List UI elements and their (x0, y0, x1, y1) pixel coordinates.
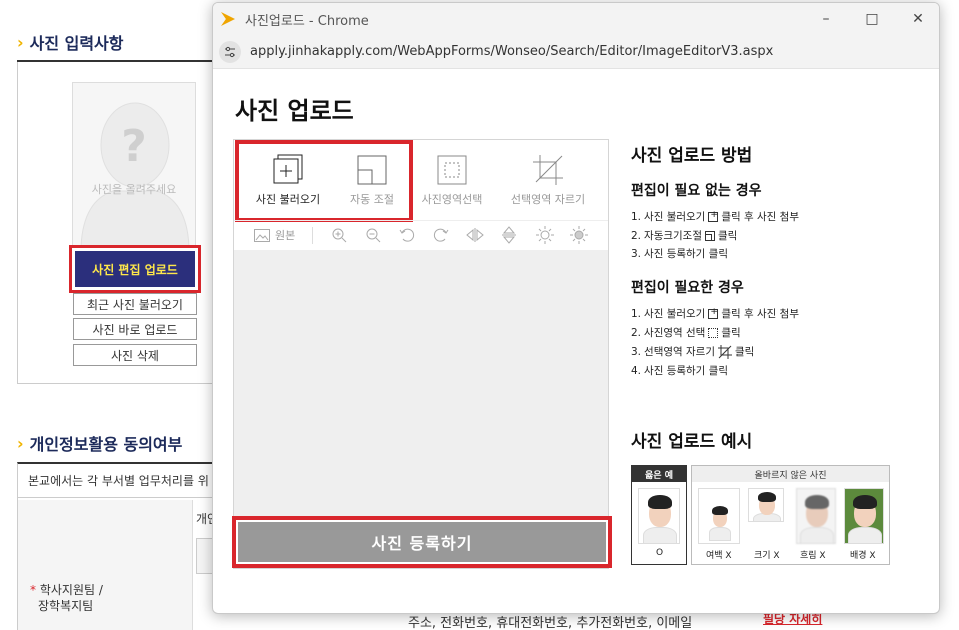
bad-examples-box: 올바르지 않은 사진 여백 X 크기 X 흐림 X 배경 X (691, 465, 890, 565)
required-mark: * (30, 583, 36, 597)
howto-title: 사진 업로드 방법 (631, 146, 753, 166)
bad-example-caption-blur: 흐림 X (800, 551, 826, 561)
rotate-right-icon[interactable] (430, 225, 452, 245)
address-url[interactable]: apply.jinhakapply.com/WebAppForms/Wonseo… (250, 44, 773, 59)
no-edit-title: 편집이 필요 없는 경우 (631, 183, 762, 199)
bad-example-caption-size: 크기 X (754, 551, 780, 561)
flip-horizontal-icon[interactable] (464, 225, 486, 245)
image-icon (254, 228, 270, 242)
edit-step-1: 1.사진 불러오기 클릭 후 사진 첨부 (631, 306, 799, 321)
photo-hint: 사진을 올려주세요 (91, 183, 177, 196)
bad-example-blur-photo (796, 488, 836, 544)
auto-fit-mini-icon (705, 230, 715, 241)
no-edit-step-2: 2. 자동크기조절 클릭 (631, 229, 738, 243)
bad-example-size-photo (748, 488, 784, 522)
add-photo-mini-icon (708, 307, 719, 319)
select-area-label: 사진영역선택 (421, 193, 483, 206)
no-edit-step-3: 3. 사진 등록하기 클릭 (631, 247, 728, 261)
site-settings-icon[interactable] (219, 40, 241, 63)
good-example-caption: O (656, 548, 664, 558)
add-photo-mini-icon (708, 210, 719, 222)
tools-highlight-box (235, 140, 413, 222)
chevron-right-icon: › (17, 32, 24, 52)
consent-section-title: 개인정보활용 동의여부 (29, 435, 183, 454)
good-example-photo (638, 488, 680, 544)
photo-placeholder[interactable]: ? 사진을 올려주세요 (72, 82, 196, 246)
bad-example-background-photo (844, 488, 884, 544)
window-title: 사진업로드 - Chrome (245, 13, 369, 29)
recent-photo-button[interactable]: 최근 사진 불러오기 (73, 293, 197, 315)
good-example-box: 옳은 예 O (631, 465, 687, 565)
window-titlebar: 사진업로드 - Chrome – □ ✕ (213, 3, 939, 35)
page-title: 사진 업로드 (235, 97, 354, 125)
editor-subtoolbar: 원본 (234, 220, 608, 248)
crop-icon (532, 154, 564, 186)
flip-vertical-icon[interactable] (498, 225, 520, 245)
photo-upload-popup: 사진업로드 - Chrome – □ ✕ apply.jinhakapply.c… (212, 2, 940, 614)
original-button[interactable]: 원본 (254, 227, 295, 243)
delete-photo-button[interactable]: 사진 삭제 (73, 344, 197, 366)
minimize-icon[interactable]: – (803, 3, 849, 35)
register-photo-button[interactable]: 사진 등록하기 (238, 522, 606, 562)
app-logo-icon (221, 12, 235, 26)
bad-example-margin-photo (698, 488, 740, 544)
consent-table: 본교에서는 각 부서별 업무처리를 위 * 학사지원팀 / 장학복지팀 (17, 462, 217, 630)
required-label: * 학사지원팀 / 장학복지팀 (30, 582, 103, 614)
required-label-line1: 학사지원팀 / (39, 583, 103, 597)
editor-toolbar: 사진 불러오기 자동 조절 사진영역선택 선택영역 자르기 (234, 140, 608, 222)
image-canvas[interactable] (234, 250, 608, 518)
required-label-line2: 장학복지팀 (38, 599, 94, 613)
edit-step-3: 3. 선택영역 자르기 클릭 (631, 344, 755, 359)
screen: › 사진 입력사항 ? 사진을 올려주세요 사진 편집 업로드 최근 사진 불러… (0, 0, 959, 630)
example-title: 사진 업로드 예시 (631, 432, 753, 452)
select-area-icon (436, 154, 468, 186)
bad-example-caption-background: 배경 X (850, 551, 876, 561)
address-bar: apply.jinhakapply.com/WebAppForms/Wonseo… (213, 35, 939, 69)
register-button-highlight: 사진 등록하기 (232, 516, 612, 568)
edit-step-2: 2. 사진영역 선택 클릭 (631, 326, 741, 340)
close-icon[interactable]: ✕ (895, 3, 939, 35)
edit-step-4: 4. 사진 등록하기 클릭 (631, 364, 728, 378)
direct-upload-button[interactable]: 사진 바로 업로드 (73, 318, 197, 340)
brightness-down-icon[interactable] (534, 225, 556, 245)
good-example-header: 옳은 예 (632, 466, 686, 482)
rotate-left-icon[interactable] (396, 225, 418, 245)
bad-example-caption-margin: 여백 X (706, 551, 732, 561)
edit-title: 편집이 필요한 경우 (631, 280, 744, 296)
select-area-mini-icon (708, 327, 719, 338)
brightness-up-icon[interactable] (568, 225, 590, 245)
question-mark: ? (121, 121, 147, 172)
zoom-in-icon[interactable] (328, 225, 350, 245)
photo-section-title: 사진 입력사항 (29, 34, 124, 53)
select-area-tool[interactable]: 사진영역선택 (416, 140, 488, 218)
edit-upload-button-highlight: 사진 편집 업로드 (69, 245, 201, 293)
bad-example-header: 올바르지 않은 사진 (692, 466, 889, 482)
consent-section-heading: › 개인정보활용 동의여부 (17, 431, 182, 455)
zoom-out-icon[interactable] (362, 225, 384, 245)
edit-upload-button[interactable]: 사진 편집 업로드 (75, 251, 195, 287)
crop-tool[interactable]: 선택영역 자르기 (504, 140, 592, 218)
crop-label: 선택영역 자르기 (510, 193, 586, 206)
consent-row-text: 본교에서는 각 부서별 업무처리를 위 (18, 464, 217, 498)
toolbar-separator (312, 227, 313, 244)
consent-items-text: 주소, 전화번호, 휴대전화번호, 추가전화번호, 이메일 (408, 616, 693, 630)
image-editor: 사진 불러오기 자동 조절 사진영역선택 선택영역 자르기 원본 사진 등록하기 (232, 139, 612, 569)
maximize-icon[interactable]: □ (849, 3, 895, 35)
crop-mini-icon (718, 344, 732, 359)
chevron-right-icon: › (17, 433, 24, 453)
no-edit-step-1: 1.사진 불러오기 클릭 후 사진 첨부 (631, 209, 799, 224)
original-label: 원본 (275, 229, 296, 242)
photo-section-heading: › 사진 입력사항 (17, 30, 123, 54)
